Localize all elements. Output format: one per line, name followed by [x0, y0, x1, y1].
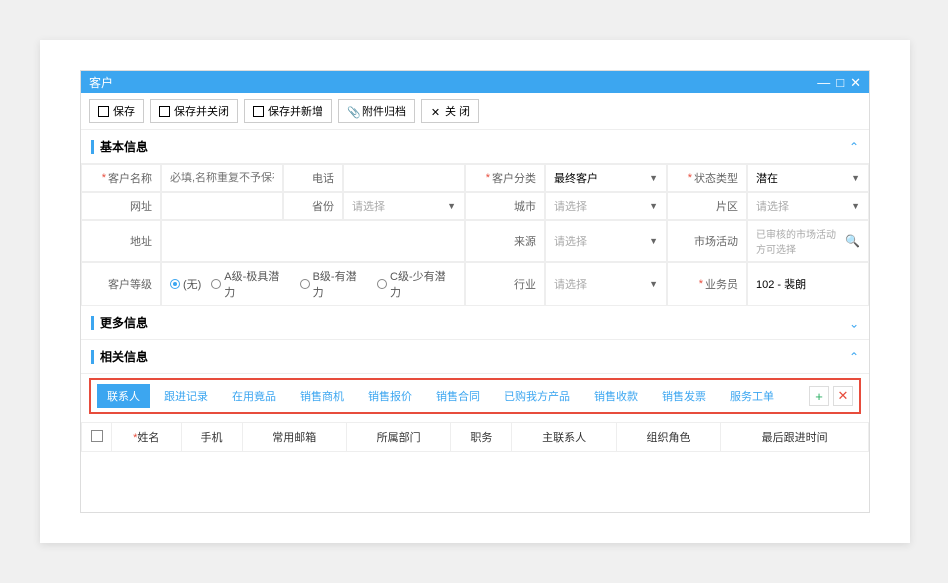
close-button[interactable]: ✕关 闭 — [421, 99, 479, 123]
attachment-button[interactable]: 📎附件归档 — [338, 99, 415, 123]
caret-down-icon: ▼ — [851, 173, 860, 183]
caret-down-icon: ▼ — [447, 201, 456, 211]
activity-lookup[interactable]: 已审核的市场活动方可选择🔍 — [756, 226, 860, 256]
tab-service[interactable]: 服务工单 — [720, 384, 784, 408]
table-header-row: *姓名 手机 常用邮箱 所属部门 职务 主联系人 组织角色 最后跟进时间 — [82, 423, 869, 452]
expand-more-icon[interactable]: ⌃ — [849, 316, 859, 330]
district-select[interactable]: 请选择▼ — [756, 198, 860, 214]
level-radio-a[interactable]: A级-极具潜力 — [211, 268, 289, 300]
basic-info-header: 基本信息 ⌃ — [81, 130, 869, 164]
level-radio-c[interactable]: C级-少有潜力 — [377, 268, 456, 300]
tabs-container: 联系人 跟进记录 在用竟品 销售商机 销售报价 销售合同 已购我方产品 销售收款… — [89, 378, 861, 414]
attachment-icon: 📎 — [347, 106, 358, 117]
customer-name-input[interactable] — [170, 172, 274, 184]
more-info-header[interactable]: 更多信息 ⌃ — [81, 306, 869, 340]
address-input[interactable] — [170, 235, 456, 247]
collapse-basic-icon[interactable]: ⌃ — [849, 140, 859, 154]
save-icon — [159, 106, 170, 117]
province-select[interactable]: 请选择▼ — [352, 198, 456, 214]
tab-contract[interactable]: 销售合同 — [426, 384, 490, 408]
window-title: 客户 — [89, 74, 113, 91]
tab-competitors[interactable]: 在用竟品 — [222, 384, 286, 408]
status-select[interactable]: 潜在▼ — [756, 170, 860, 186]
customer-window: 客户 — □ ✕ 保存 保存并关闭 保存并新增 📎附件归档 ✕关 闭 基本信息 … — [80, 70, 870, 513]
caret-down-icon: ▼ — [649, 279, 658, 289]
save-icon — [253, 106, 264, 117]
tab-receipt[interactable]: 销售收款 — [584, 384, 648, 408]
tab-followup[interactable]: 跟进记录 — [154, 384, 218, 408]
maximize-button[interactable]: □ — [836, 76, 844, 89]
tab-purchased[interactable]: 已购我方产品 — [494, 384, 580, 408]
titlebar: 客户 — □ ✕ — [81, 71, 869, 93]
caret-down-icon: ▼ — [649, 173, 658, 183]
caret-down-icon: ▼ — [649, 201, 658, 211]
tab-quote[interactable]: 销售报价 — [358, 384, 422, 408]
save-new-button[interactable]: 保存并新增 — [244, 99, 332, 123]
tab-opportunity[interactable]: 销售商机 — [290, 384, 354, 408]
search-icon[interactable]: 🔍 — [845, 234, 860, 248]
city-select[interactable]: 请选择▼ — [554, 198, 658, 214]
level-radio-none[interactable]: (无) — [170, 276, 201, 292]
caret-down-icon: ▼ — [649, 236, 658, 246]
save-close-button[interactable]: 保存并关闭 — [150, 99, 238, 123]
save-button[interactable]: 保存 — [89, 99, 144, 123]
caret-down-icon: ▼ — [851, 201, 860, 211]
toolbar: 保存 保存并关闭 保存并新增 📎附件归档 ✕关 闭 — [81, 93, 869, 130]
source-select[interactable]: 请选择▼ — [554, 233, 658, 249]
collapse-related-icon[interactable]: ⌃ — [849, 350, 859, 364]
industry-select[interactable]: 请选择▼ — [554, 276, 658, 292]
close-icon: ✕ — [430, 106, 441, 117]
tab-contacts[interactable]: 联系人 — [97, 384, 150, 408]
level-radio-b[interactable]: B级-有潜力 — [300, 268, 367, 300]
table-body-empty — [81, 452, 869, 512]
window-controls: — □ ✕ — [817, 76, 861, 89]
select-all-checkbox[interactable] — [91, 430, 103, 442]
level-radio-group: (无) A级-极具潜力 B级-有潜力 C级-少有潜力 — [170, 268, 456, 300]
minimize-button[interactable]: — — [817, 76, 830, 89]
delete-row-button[interactable]: ✕ — [833, 386, 853, 406]
contacts-table: *姓名 手机 常用邮箱 所属部门 职务 主联系人 组织角色 最后跟进时间 — [81, 422, 869, 452]
salesperson-value: 102 - 裴朗 — [756, 276, 806, 292]
basic-form-grid: *客户名称 电话 *客户分类 最终客户▼ *状态类型 潜在▼ 网址 省份 请选择… — [81, 164, 869, 306]
add-row-button[interactable]: + — [809, 386, 829, 406]
tab-invoice[interactable]: 销售发票 — [652, 384, 716, 408]
related-info-header: 相关信息 ⌃ — [81, 340, 869, 374]
category-select[interactable]: 最终客户▼ — [554, 170, 658, 186]
close-window-button[interactable]: ✕ — [850, 76, 861, 89]
url-input[interactable] — [170, 200, 274, 212]
save-icon — [98, 106, 109, 117]
phone-input[interactable] — [352, 172, 456, 184]
